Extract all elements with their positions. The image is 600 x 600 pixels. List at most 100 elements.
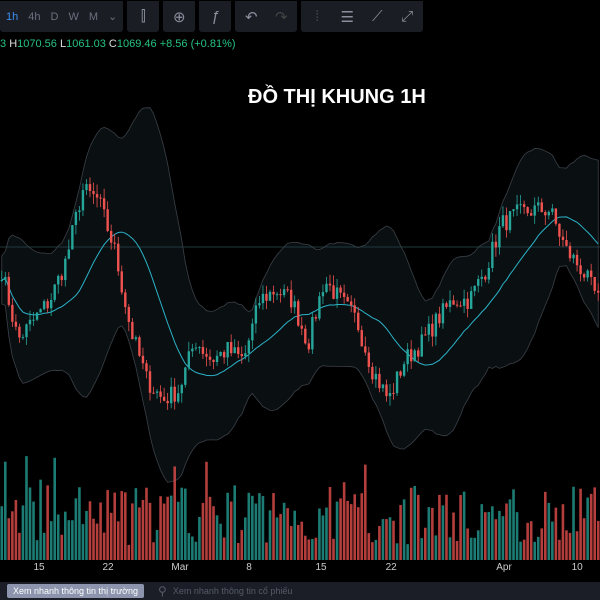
candle-body <box>265 293 268 301</box>
volume-bar <box>325 507 328 560</box>
time-axis[interactable]: 15 22 Mar 8 15 22 Apr 10 <box>0 562 600 580</box>
candle-body <box>124 292 127 308</box>
candle-body <box>572 254 575 259</box>
candle-body <box>494 241 498 248</box>
candle-body <box>311 317 314 350</box>
candle-body <box>364 346 367 353</box>
candle-body <box>49 299 53 309</box>
candle-body <box>508 211 512 231</box>
volume-bar <box>473 537 477 560</box>
volume-bar <box>356 507 360 560</box>
trend-line-icon[interactable]: ⤢ <box>397 8 417 25</box>
undo-icon[interactable]: ↶ <box>241 8 261 26</box>
interval-W[interactable]: W <box>68 11 78 23</box>
drawing-tools: ⁞ ☰ ⟋ ⤢ <box>301 1 424 32</box>
candle-body <box>480 276 483 280</box>
volume-bar <box>7 518 11 560</box>
volume-bar <box>226 492 229 560</box>
candle-body <box>477 279 480 286</box>
chevron-down-icon[interactable]: ⌄ <box>108 10 117 23</box>
candle-body <box>201 347 205 354</box>
candle-body <box>173 386 176 402</box>
interval-D[interactable]: D <box>51 11 59 23</box>
volume-bar <box>127 544 131 560</box>
interval-1h[interactable]: 1h <box>6 11 18 23</box>
candle-body <box>28 319 32 325</box>
horizontal-lines-icon[interactable]: ☰ <box>337 8 357 26</box>
volume-bar <box>67 520 71 560</box>
volume-bar <box>289 526 293 560</box>
volume-bar <box>35 540 39 560</box>
volume-bar <box>423 527 427 560</box>
price-chart[interactable] <box>0 0 600 560</box>
candle-body <box>406 349 409 365</box>
volume-bar <box>191 536 194 560</box>
interval-group: 1h 4h D W M ⌄ <box>0 1 124 32</box>
candle-body <box>4 276 7 280</box>
redo-icon[interactable]: ↷ <box>271 8 291 26</box>
candle-body <box>565 239 568 246</box>
volume-bar <box>166 496 169 560</box>
candle-body <box>102 198 106 210</box>
volume-bar <box>201 502 205 560</box>
search-input[interactable]: Xem nhanh thông tin cổ phiếu <box>173 586 293 596</box>
volume-bar <box>519 541 522 560</box>
volume-bar <box>102 532 106 560</box>
interval-4h[interactable]: 4h <box>28 11 40 23</box>
time-label: Apr <box>496 562 512 573</box>
volume-bar <box>39 479 42 560</box>
volume-bar <box>494 519 498 560</box>
candle-body <box>529 213 533 216</box>
candle-body <box>466 298 469 309</box>
candle-body <box>342 292 346 297</box>
volume-bar <box>212 506 215 560</box>
quick-market-button[interactable]: Xem nhanh thông tin thị trường <box>7 584 145 598</box>
volume-bar <box>99 502 102 560</box>
volume-bar <box>162 503 166 560</box>
volume-bar <box>540 528 544 560</box>
path-tool-icon[interactable]: ⟋ <box>367 8 387 25</box>
volume-bar <box>568 532 572 560</box>
candle-body <box>198 347 201 349</box>
candle-body <box>261 293 265 304</box>
candle-body <box>381 384 385 389</box>
add-indicator-button[interactable]: ⊕ <box>163 1 196 32</box>
history-group: ↶ ↷ <box>235 1 298 32</box>
volume-bar <box>416 494 420 560</box>
volume-bar <box>565 530 568 560</box>
candle-body <box>547 211 551 216</box>
volume-bar <box>208 496 212 560</box>
volume-bar <box>180 487 184 560</box>
stock-search[interactable]: ⚲ Xem nhanh thông tin cổ phiếu <box>158 584 292 598</box>
volume-bar <box>371 542 374 560</box>
plus-circle-icon: ⊕ <box>172 8 186 26</box>
volume-bar <box>554 507 558 560</box>
volume-bar <box>491 506 494 560</box>
candle-body <box>473 285 476 292</box>
volume-bar <box>462 491 466 560</box>
candle-body <box>459 305 462 307</box>
candle-body <box>289 289 293 308</box>
candle-body <box>328 283 332 286</box>
volume-bar <box>155 529 159 560</box>
volume-bar <box>109 512 113 560</box>
candle-body <box>522 204 526 208</box>
drag-handle-icon[interactable]: ⁞ <box>307 8 327 25</box>
volume-bar <box>173 466 177 560</box>
volume-bar <box>268 510 272 560</box>
volume-bar <box>254 503 258 560</box>
volume-bar <box>392 520 395 560</box>
candle-body <box>42 301 46 310</box>
candle-body <box>551 208 554 212</box>
candle-body <box>501 215 505 227</box>
volume-bar <box>579 488 582 560</box>
bollinger-band <box>1 107 599 483</box>
time-label: 22 <box>385 562 397 573</box>
volume-bar <box>388 517 392 560</box>
time-label: 10 <box>571 562 583 573</box>
interval-M[interactable]: M <box>89 11 98 23</box>
volume-bar <box>14 499 18 560</box>
candle-body <box>237 347 240 354</box>
chart-type-button[interactable]: ⫿ <box>127 1 160 32</box>
indicators-button[interactable]: ƒ <box>199 1 232 32</box>
